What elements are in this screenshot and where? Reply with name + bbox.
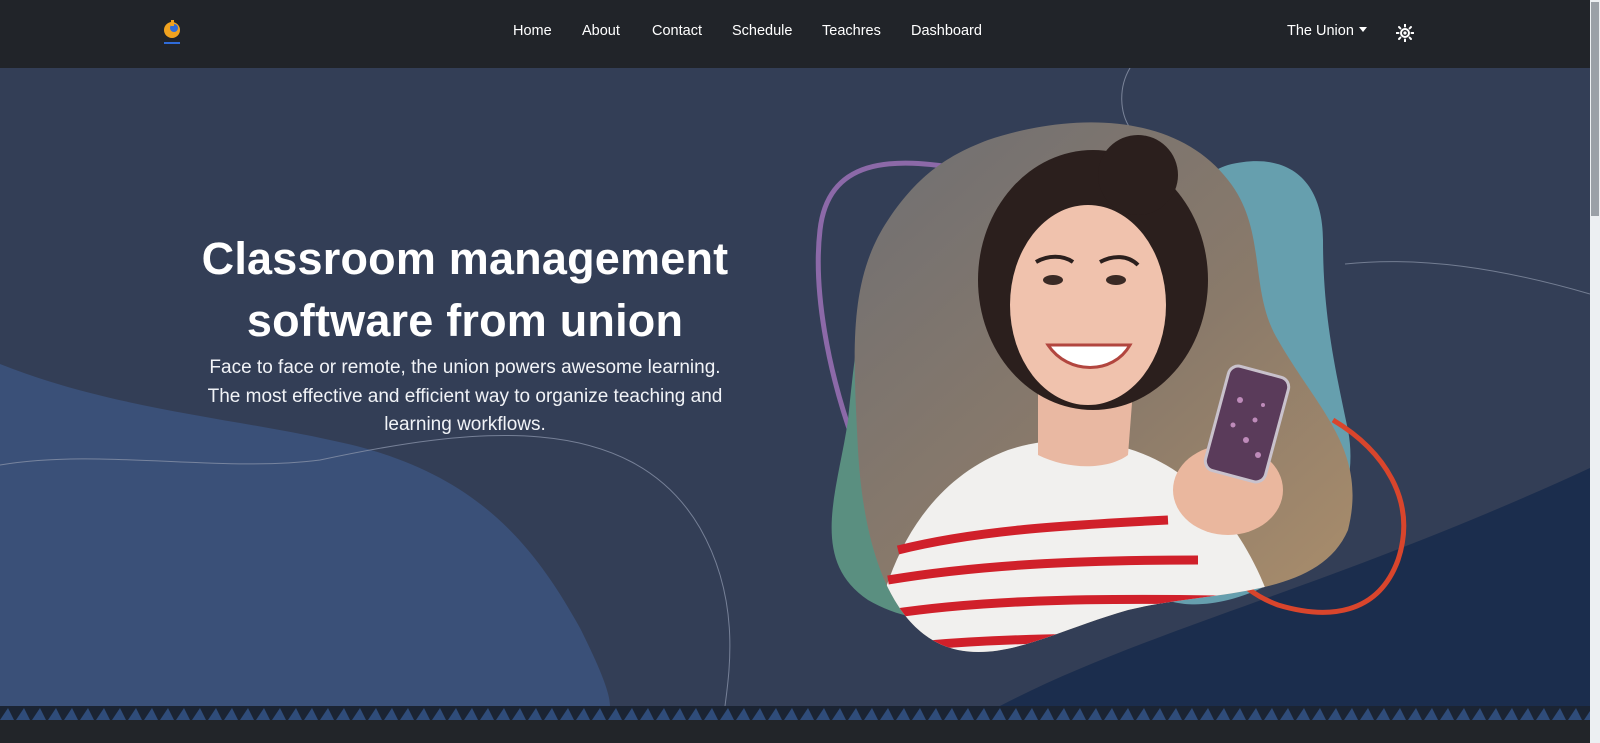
account-dropdown-label: The Union <box>1287 23 1354 39</box>
hero-copy: Classroom management software from union… <box>185 228 745 440</box>
chevron-down-icon <box>1358 26 1367 32</box>
page-bottom <box>0 720 1590 743</box>
hero-title: Classroom management software from union <box>201 233 729 346</box>
sun-icon[interactable] <box>1396 24 1414 42</box>
nav-schedule-link[interactable]: Schedule <box>732 23 792 39</box>
union-logo-icon[interactable] <box>160 16 184 48</box>
nav-contact-link[interactable]: Contact <box>652 23 702 39</box>
account-dropdown[interactable]: The Union <box>1287 23 1367 39</box>
nav-about-link[interactable]: About <box>582 23 620 39</box>
nav-home-link[interactable]: Home <box>513 23 552 39</box>
nav-teachers-link[interactable]: Teachres <box>822 23 881 39</box>
hero-illustration <box>815 122 1407 652</box>
top-navbar: Home About Contact Schedule Teachres Das… <box>0 0 1600 69</box>
scrollbar-thumb[interactable] <box>1591 2 1599 216</box>
nav-dashboard-link[interactable]: Dashboard <box>911 23 982 39</box>
hero-bottom-zigzag <box>0 706 1590 720</box>
hero-subtitle: Face to face or remote, the union powers… <box>207 357 723 435</box>
page-scrollbar[interactable] <box>1590 0 1600 743</box>
hero-section: Classroom management software from union… <box>0 68 1590 706</box>
